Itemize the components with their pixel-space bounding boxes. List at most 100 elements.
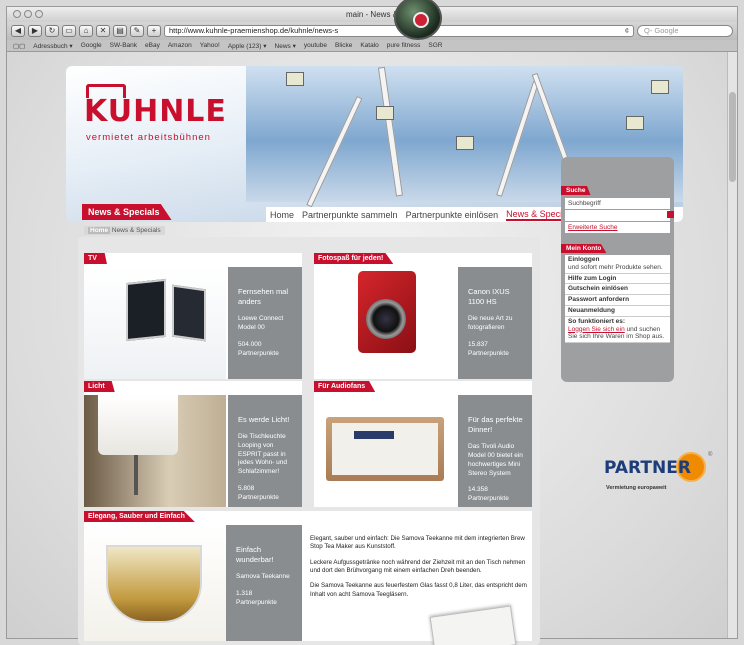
product-card[interactable]: Für Audiofans Für das perfekte Dinner! D… (314, 381, 532, 507)
product-card[interactable]: TV Fernsehen mal anders Loewe Connect Mo… (84, 253, 302, 379)
voucher-label: Gutschein einlösen (568, 285, 628, 293)
add-bookmark-button[interactable]: + (147, 25, 161, 37)
lift-basket-image (286, 72, 304, 86)
browser-toolbar: ◀ ▶ ↻ ▭ ⌂ ✕ ▤ ✎ + http://www.kuhnle-prae… (7, 22, 737, 40)
card-points: 504.000 Partnerpunkte (238, 340, 279, 357)
search-tab: Suche (561, 186, 591, 195)
kuhnle-logo[interactable]: KUHNLE (84, 94, 227, 129)
vertical-scrollbar[interactable] (727, 52, 737, 638)
article-paragraph: Elegant, sauber und einfach: Die Samova … (310, 535, 525, 551)
voucher-link[interactable]: Gutschein einlösen (565, 284, 670, 296)
login-link[interactable]: Loggen Sie sich ein (568, 326, 625, 333)
card-info: Es werde Licht! Die Tischleuchte Looping… (228, 395, 302, 507)
card-info: Canon IXUS 1100 HS Die neue Art zu fotog… (458, 267, 532, 379)
bookmark-item[interactable]: Katalo (360, 42, 378, 49)
article-paragraph: Die Samova Teekanne aus feuerfestem Glas… (310, 582, 527, 598)
card-title: Canon IXUS 1100 HS (468, 287, 510, 307)
card-description: Loewe Connect Model 00 (238, 315, 284, 332)
reading-list-icon[interactable]: ▢▢ (13, 42, 25, 50)
card-title: Für das perfekte Dinner! (468, 415, 523, 435)
bookmark-item[interactable]: News ▾ (275, 42, 296, 50)
article-paragraph: Leckere Aufgussgetränke noch während der… (310, 558, 526, 575)
breadcrumb-home[interactable]: Home (88, 227, 111, 234)
teapot-image (84, 525, 226, 641)
partner-subtitle: Vermietung europaweit (606, 485, 667, 491)
card-info: Einfach wunderbar! Samova Teekanne 1.318… (226, 525, 302, 641)
login-item[interactable]: Einloggen und sofort mehr Produkte sehen. (565, 255, 670, 274)
camera-image (314, 267, 456, 379)
breadcrumb: Home News & Specials (84, 226, 165, 235)
tv-image (84, 267, 226, 379)
password-link[interactable]: Passwort anfordern (565, 295, 670, 306)
nav-home[interactable]: Home (270, 210, 294, 220)
card-tag: Licht (84, 381, 115, 392)
search-input[interactable]: Q- Google (637, 25, 733, 37)
lift-basket-image (456, 136, 474, 150)
card-description: Die Tischleuchte Looping von ESPRIT pass… (238, 433, 288, 476)
card-description: Die neue Art zu fotografieren (468, 315, 513, 332)
password-label: Passwort anfordern (568, 296, 630, 304)
article-text: Elegant, sauber und einfach: Die Samova … (310, 535, 532, 606)
sidebar-panel: Suche Suchbegriff Erweiterte Suche Mein … (561, 157, 674, 382)
help-login-label: Hilfe zum Login (568, 274, 617, 282)
page-title: News & Specials (82, 204, 172, 220)
lamp-image (84, 395, 226, 507)
card-title: Einfach wunderbar! (236, 545, 274, 565)
boom-lift-image (496, 80, 539, 197)
forward-button[interactable]: ▶ (28, 25, 42, 37)
sidebar-search-input[interactable]: Suchbegriff (565, 198, 670, 209)
reload-icon[interactable]: ↻ (45, 25, 59, 37)
boom-lift-image (377, 66, 403, 197)
card-tag: Elegang, Sauber und Einfach (84, 511, 195, 522)
nav-collect-points[interactable]: Partnerpunkte sammeln (302, 210, 398, 220)
title-bar: main - News & (7, 7, 737, 22)
bookmark-item[interactable]: pure fitness (387, 42, 421, 49)
card-tag: Fotospaß für jeden! (314, 253, 394, 264)
bookmark-item[interactable]: eBay (145, 42, 160, 49)
bookmark-item[interactable]: Apple (123) ▾ (228, 42, 267, 50)
card-points: 14.358 Partnerpunkte (468, 486, 509, 503)
login-desc: und sofort mehr Produkte sehen. (568, 263, 663, 271)
edit-icon[interactable]: ✎ (130, 25, 144, 37)
print-icon[interactable]: ▤ (113, 25, 127, 37)
card-points: 15.837 Partnerpunkte (468, 340, 509, 357)
back-button[interactable]: ◀ (11, 25, 25, 37)
search-go-icon[interactable] (667, 211, 674, 218)
card-tag: TV (84, 253, 107, 264)
sidebar-search-box[interactable] (565, 210, 674, 221)
register-link[interactable]: Neuanmeldung (565, 305, 670, 317)
breadcrumb-current: News & Specials (111, 227, 161, 234)
lift-basket-image (376, 106, 394, 120)
bookmark-item[interactable]: SGR (428, 42, 442, 49)
product-card[interactable]: Fotospaß für jeden! Canon IXUS 1100 HS D… (314, 253, 532, 379)
stop-icon[interactable]: ✕ (96, 25, 110, 37)
url-reload-icon[interactable]: ¢ (625, 26, 629, 36)
bookmark-item[interactable]: Blicke (335, 42, 352, 49)
product-card[interactable]: Licht Es werde Licht! Die Tischleuchte L… (84, 381, 302, 507)
card-title: Fernsehen mal anders (238, 287, 289, 307)
advanced-search-link[interactable]: Erweiterte Suche (565, 222, 670, 233)
bookmark-item[interactable]: Google (81, 42, 102, 49)
bookmark-item[interactable]: Amazon (168, 42, 192, 49)
lift-basket-image (626, 116, 644, 130)
bookmark-item[interactable]: Adressbuch ▾ (33, 42, 72, 50)
bookmark-icon[interactable]: ▭ (62, 25, 76, 37)
window-title: main - News & (345, 10, 398, 19)
account-tab: Mein Konto (561, 244, 607, 253)
logo-text: KUHNLE (84, 94, 227, 129)
bookmark-item[interactable]: SW-Bank (110, 42, 137, 49)
card-description: Samova Teekanne (236, 573, 290, 581)
bookmark-item[interactable]: youtube (304, 42, 327, 49)
card-title: Es werde Licht! (238, 415, 290, 424)
scrollbar-thumb[interactable] (729, 92, 736, 182)
partner-logo[interactable]: PARTNER ® Vermietung europaweit (604, 452, 714, 498)
login-title: Einloggen (568, 256, 600, 263)
card-description: Das Tivoli Audio Model 00 bietet ein hoc… (468, 443, 523, 477)
url-text: http://www.kuhnle-praemienshop.de/kuhnle… (169, 26, 339, 35)
help-login-link[interactable]: Hilfe zum Login (565, 273, 670, 285)
home-icon[interactable]: ⌂ (79, 25, 93, 37)
nav-redeem-points[interactable]: Partnerpunkte einlösen (406, 210, 499, 220)
radio-image (314, 395, 456, 507)
lift-basket-image (651, 80, 669, 94)
bookmark-item[interactable]: Yahoo! (200, 42, 220, 49)
